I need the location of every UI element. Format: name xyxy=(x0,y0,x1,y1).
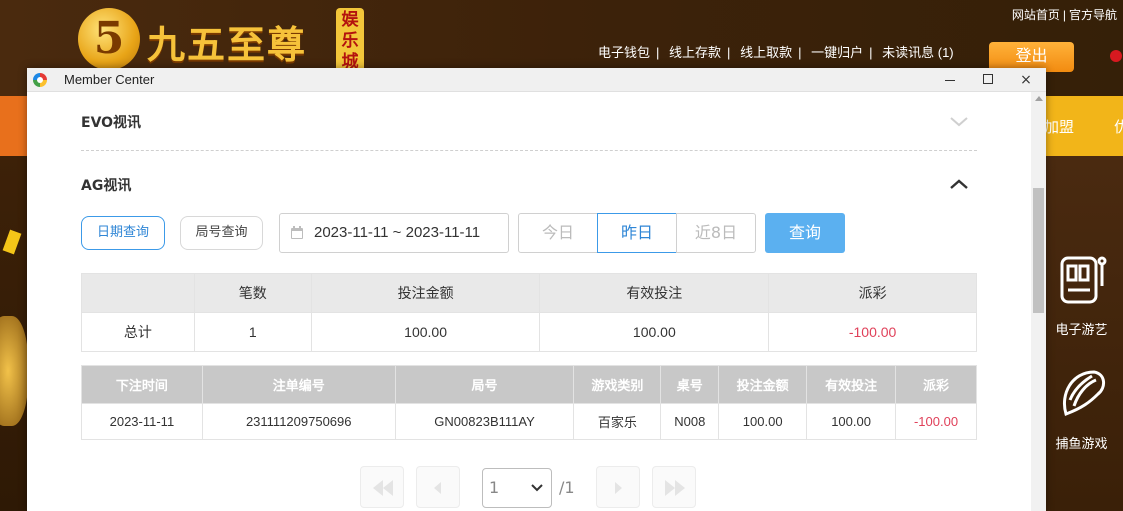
summary-cell: 1 xyxy=(193,312,312,352)
page-total: /1 xyxy=(559,478,575,497)
coin-decoration-icon xyxy=(2,229,22,255)
summary-cell: 100.00 xyxy=(310,312,541,352)
window-content: EVO视讯 AG视讯 日期查询 局号查询 2023-11-11 ~ 2023-1… xyxy=(27,92,1031,511)
close-button[interactable]: × xyxy=(1007,68,1045,92)
gold-decoration-icon xyxy=(0,316,28,426)
window-title: Member Center xyxy=(64,72,155,87)
site-logo-badge: 娱 乐 城 xyxy=(336,8,364,72)
top-links: 网站首页 | 官方导航 xyxy=(1011,8,1117,22)
chevron-right-icon xyxy=(615,482,622,494)
next-page-button[interactable] xyxy=(596,466,640,508)
window-titlebar[interactable]: Member Center × xyxy=(27,68,1046,92)
detail-header-row: 下注时间 注单编号 局号 游戏类别 桌号 投注金额 有效投注 派彩 xyxy=(81,365,977,404)
game-type-cell: 百家乐 xyxy=(573,403,662,440)
side-item-label: 电子游艺 xyxy=(1055,322,1108,337)
bet-time-cell: 2023-11-11 xyxy=(81,403,203,440)
last-8-days-button[interactable]: 近8日 xyxy=(676,213,756,253)
date-range-input[interactable]: 2023-11-11 ~ 2023-11-11 xyxy=(279,213,509,253)
query-button[interactable]: 查询 xyxy=(765,213,845,253)
page-select[interactable]: 1 xyxy=(482,468,552,508)
chevron-down-icon[interactable] xyxy=(949,112,969,132)
chevron-left-icon xyxy=(434,482,441,494)
account-nav: 电子钱包 | 线上存款 | 线上取款 | 一键归户 | 未读讯息 (1) xyxy=(598,45,954,60)
yesterday-button[interactable]: 昨日 xyxy=(597,213,677,253)
detail-header-cell: 有效投注 xyxy=(806,365,897,404)
shell-icon xyxy=(1062,370,1105,416)
evo-section-title: EVO视讯 xyxy=(81,115,142,131)
chevron-down-icon xyxy=(531,484,543,492)
ag-section-title: AG视讯 xyxy=(81,178,132,194)
last-page-button[interactable] xyxy=(652,466,696,508)
side-item-label: 捕鱼游戏 xyxy=(1055,436,1108,451)
table-no-cell: N008 xyxy=(660,403,720,440)
summary-header-cell xyxy=(81,273,195,313)
home-link[interactable]: 网站首页 xyxy=(1012,8,1060,22)
double-chevron-left-icon xyxy=(373,480,393,496)
vertical-scrollbar[interactable] xyxy=(1031,92,1046,511)
detail-header-cell: 投注金额 xyxy=(718,365,808,404)
page-select-value: 1 xyxy=(489,478,500,497)
scrollbar-thumb[interactable] xyxy=(1033,188,1044,313)
summary-cell: 总计 xyxy=(81,312,195,352)
side-item-slots[interactable]: 电子游艺 xyxy=(1040,250,1123,338)
summary-total-row: 总计 1 100.00 100.00 -100.00 xyxy=(81,312,977,352)
consolidate-link[interactable]: 一键归户 xyxy=(811,45,863,60)
detail-header-cell: 下注时间 xyxy=(81,365,203,404)
bet-id-cell: 231111209750696 xyxy=(201,403,396,440)
maximize-button[interactable] xyxy=(969,68,1007,92)
calendar-icon xyxy=(291,226,303,239)
valid-bet-cell: 100.00 xyxy=(806,403,897,440)
summary-table: 笔数 投注金额 有效投注 派彩 总计 1 100.00 100.00 -100.… xyxy=(81,273,977,352)
summary-header-cell: 派彩 xyxy=(768,273,977,313)
chevron-up-icon[interactable] xyxy=(949,175,969,195)
summary-header-cell: 笔数 xyxy=(193,273,312,313)
flag-icon[interactable] xyxy=(1110,50,1122,62)
summary-header-row: 笔数 投注金额 有效投注 派彩 xyxy=(81,273,977,313)
side-panel: 电子游艺 捕鱼游戏 xyxy=(1040,156,1123,511)
summary-header-cell: 有效投注 xyxy=(539,273,770,313)
minimize-icon xyxy=(945,79,955,81)
summary-payout-cell: -100.00 xyxy=(768,312,977,352)
unread-messages-link[interactable]: 未读讯息 (1) xyxy=(882,45,954,60)
official-nav-link[interactable]: 官方导航 xyxy=(1069,8,1117,22)
wallet-link[interactable]: 电子钱包 xyxy=(598,45,650,60)
today-button[interactable]: 今日 xyxy=(518,213,598,253)
detail-header-cell: 派彩 xyxy=(895,365,977,404)
detail-header-cell: 游戏类别 xyxy=(573,365,662,404)
prev-page-button[interactable] xyxy=(416,466,460,508)
slot-machine-icon xyxy=(1060,256,1106,304)
nav-partial-label[interactable]: 加盟 xyxy=(1044,116,1074,137)
bet-amount-cell: 100.00 xyxy=(718,403,808,440)
round-id-cell: GN00823B111AY xyxy=(394,403,575,440)
member-center-window: Member Center × EVO视讯 AG视讯 日期查询 局号查询 202… xyxy=(27,68,1046,511)
summary-header-cell: 投注金额 xyxy=(310,273,541,313)
date-query-tab[interactable]: 日期查询 xyxy=(81,216,165,250)
nav-partial-label-2[interactable]: 优 xyxy=(1114,116,1123,137)
first-page-button[interactable] xyxy=(360,466,404,508)
deposit-link[interactable]: 线上存款 xyxy=(669,45,721,60)
ag-section-header[interactable]: AG视讯 xyxy=(81,175,977,195)
summary-cell: 100.00 xyxy=(539,312,770,352)
double-chevron-right-icon xyxy=(665,480,685,496)
main-nav-highlight: 加盟 优 xyxy=(1040,96,1123,156)
detail-header-cell: 注单编号 xyxy=(201,365,396,404)
date-range-value: 2023-11-11 ~ 2023-11-11 xyxy=(314,224,481,241)
maximize-icon xyxy=(983,74,993,84)
detail-header-cell: 桌号 xyxy=(660,365,720,404)
app-icon xyxy=(33,73,47,87)
detail-header-cell: 局号 xyxy=(394,365,575,404)
evo-section-header[interactable]: EVO视讯 xyxy=(81,112,977,132)
section-divider xyxy=(81,150,977,151)
scroll-up-icon[interactable] xyxy=(1035,96,1043,101)
round-query-tab[interactable]: 局号查询 xyxy=(180,216,263,250)
site-logo-text[interactable]: 九五至尊 xyxy=(147,14,307,69)
bet-detail-table: 下注时间 注单编号 局号 游戏类别 桌号 投注金额 有效投注 派彩 2023-1… xyxy=(81,365,977,440)
side-item-fishing[interactable]: 捕鱼游戏 xyxy=(1040,364,1123,452)
payout-cell: -100.00 xyxy=(895,403,977,440)
left-decoration xyxy=(0,156,28,511)
site-logo-icon[interactable]: 5 xyxy=(78,8,140,70)
withdraw-link[interactable]: 线上取款 xyxy=(740,45,792,60)
table-row: 2023-11-11 231111209750696 GN00823B111AY… xyxy=(81,403,977,440)
minimize-button[interactable] xyxy=(931,68,969,92)
